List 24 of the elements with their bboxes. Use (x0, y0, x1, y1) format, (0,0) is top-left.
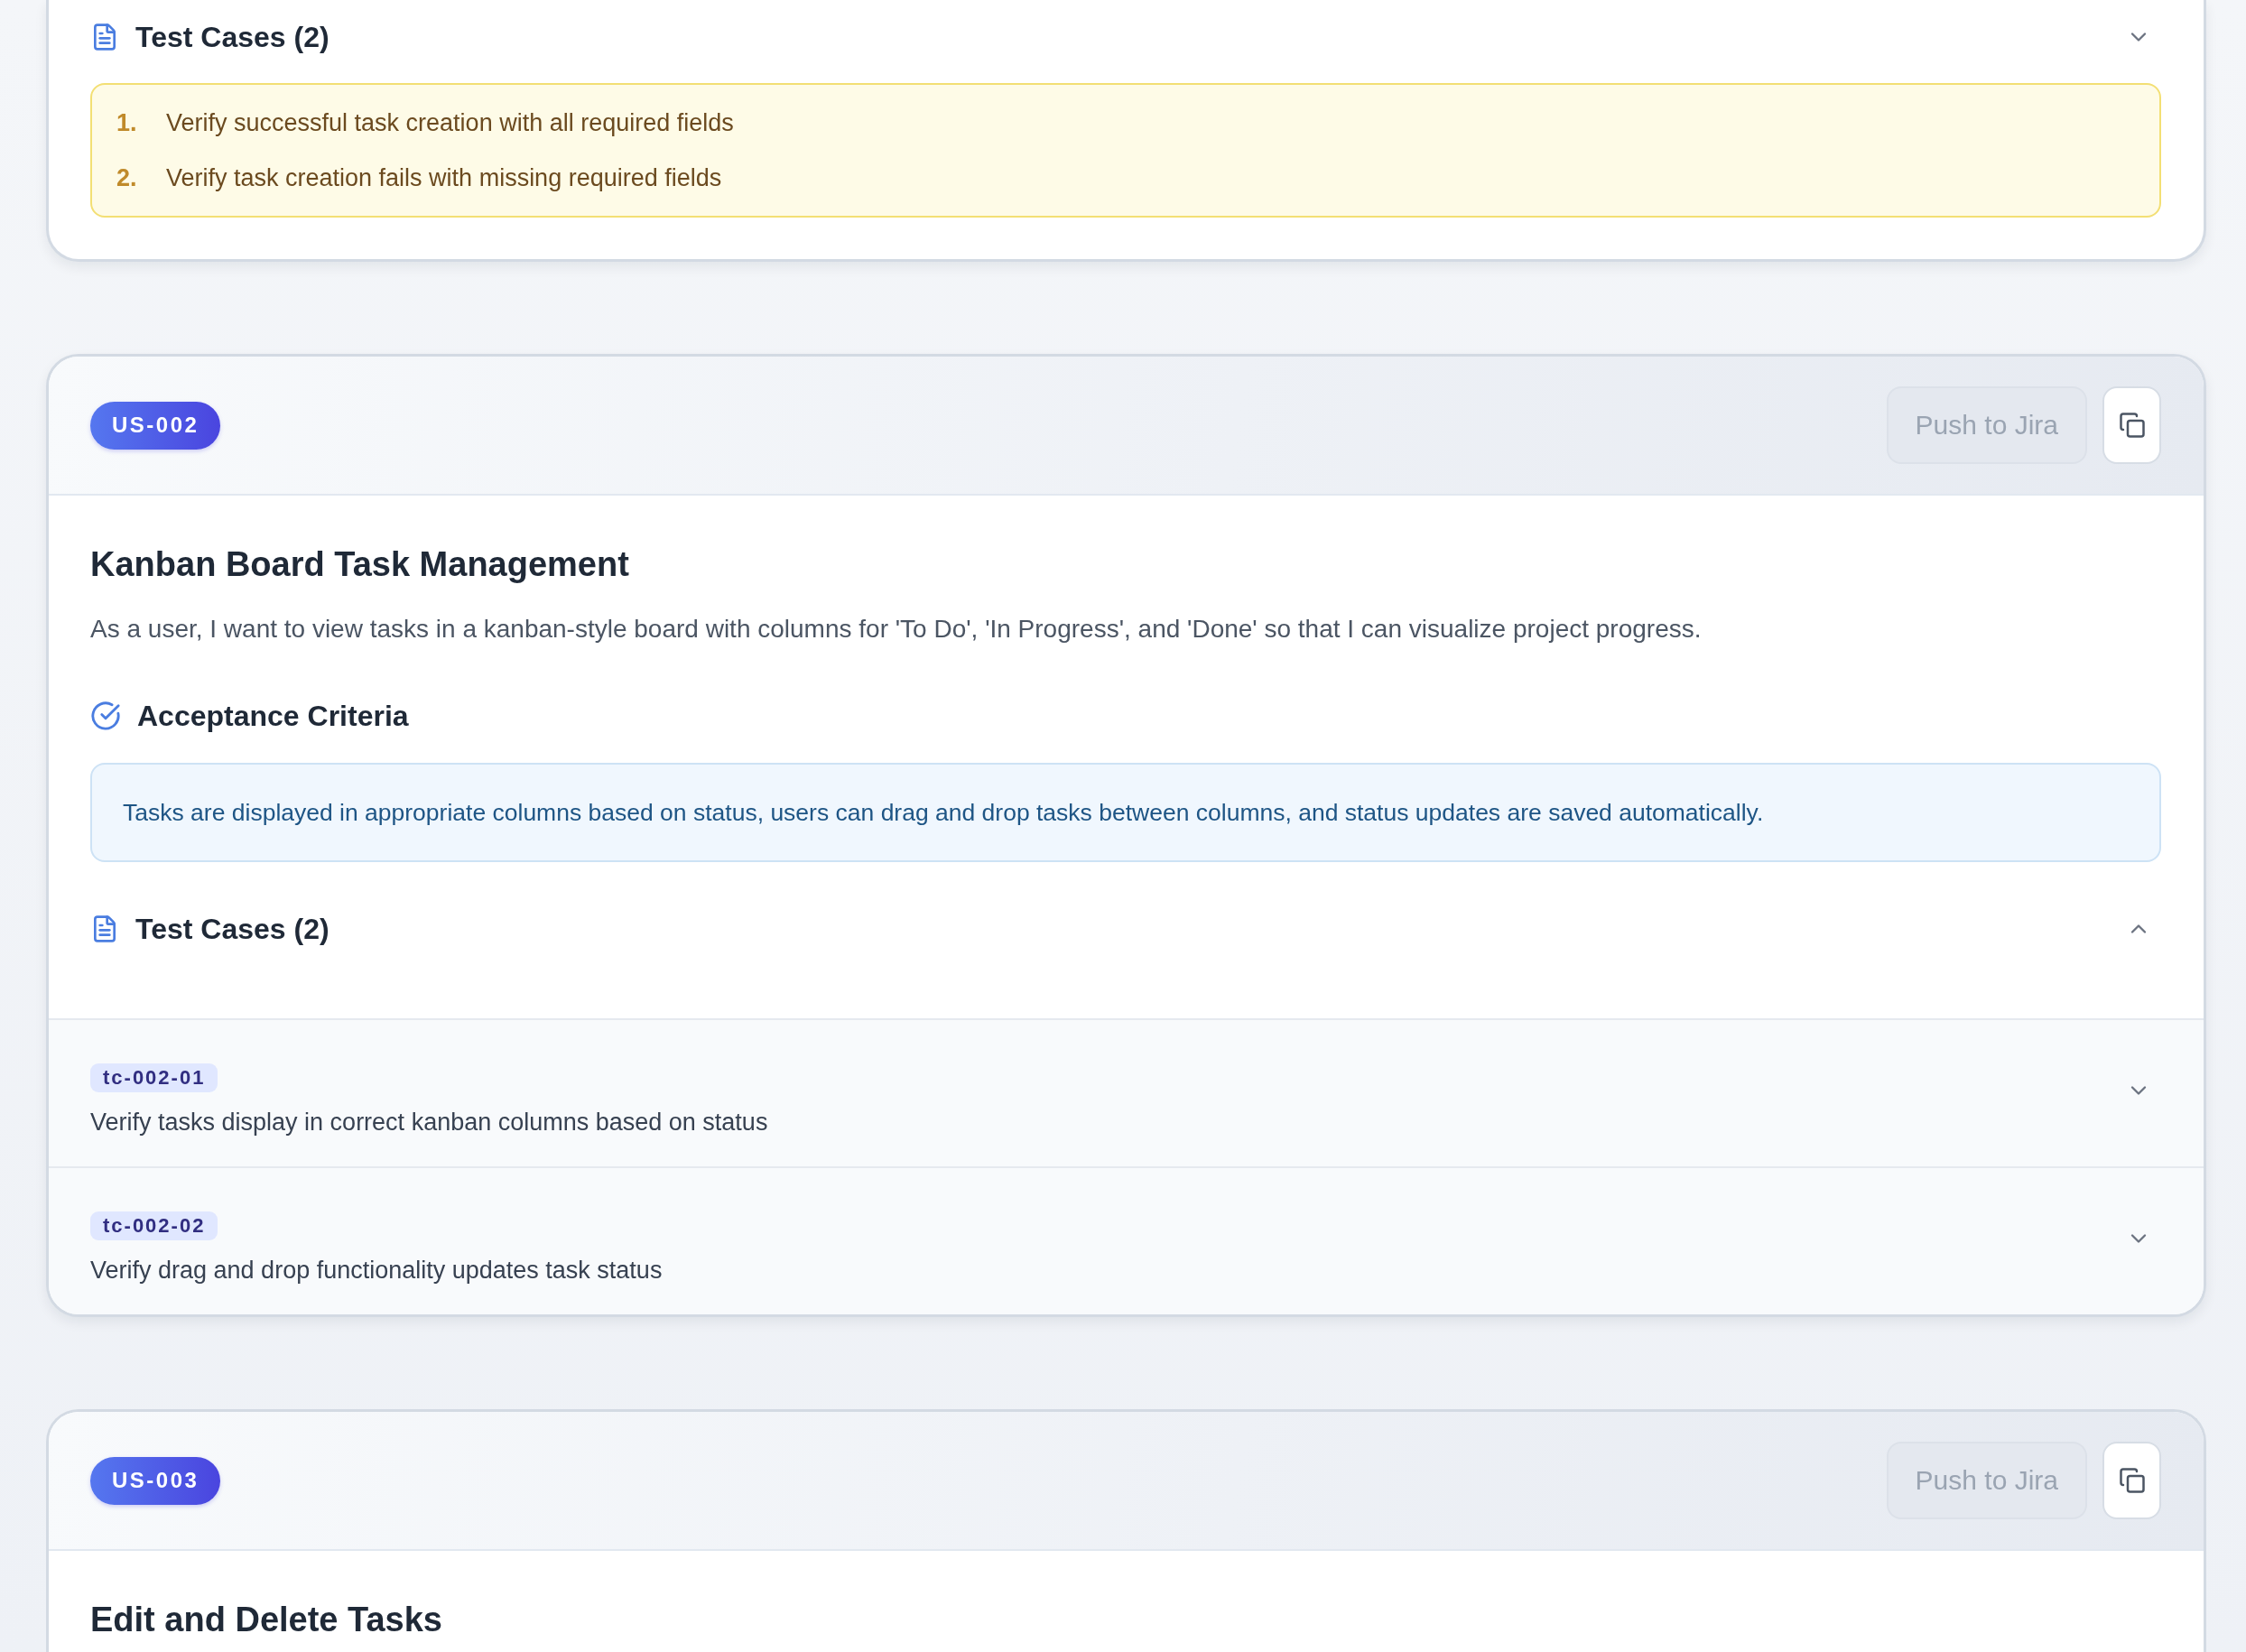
copy-button[interactable] (2102, 386, 2161, 464)
section-heading: Test Cases (2) (135, 912, 330, 946)
test-case-title: Verify task creation fails with missing required fields (166, 163, 722, 192)
test-case-id-tag: tc-002-02 (90, 1211, 218, 1240)
test-case-row[interactable]: tc-002-01 Verify tasks display in correct kanban columns based on status (49, 1018, 2204, 1166)
test-case-title: Verify drag and drop functionality updates task status (90, 1255, 663, 1285)
check-circle-icon (90, 701, 121, 731)
test-case-id-tag: tc-002-01 (90, 1063, 218, 1092)
test-case-title: Verify tasks display in correct kanban columns based on status (90, 1107, 768, 1137)
list-number: 1. (116, 108, 138, 137)
list-number: 2. (116, 163, 138, 192)
story-id-badge: US-003 (90, 1456, 221, 1505)
acceptance-criteria-text: Tasks are displayed in appropriate columns based on status, users can drag and drop tasks between columns, and status updates are saved automatically. (123, 798, 1765, 828)
copy-button[interactable] (2102, 1442, 2161, 1519)
copy-icon (2118, 1467, 2146, 1494)
test-case-title: Verify successful task creation with all required fields (166, 108, 734, 137)
test-case-row[interactable]: tc-002-02 Verify drag and drop functionality updates task status (49, 1166, 2204, 1314)
story-description: As a user, I want to view tasks in a kanban-style board with columns for 'To Do', 'In Progress', and 'Done' so that I can visualize project progress. (90, 614, 1703, 645)
story-title: Kanban Board Task Management (90, 544, 630, 585)
story-title: Edit and Delete Tasks (90, 1600, 443, 1640)
story-id-badge: US-002 (90, 401, 221, 450)
copy-icon (2118, 412, 2146, 439)
section-heading: Test Cases (2) (135, 20, 330, 54)
section-heading: Acceptance Criteria (137, 699, 410, 733)
